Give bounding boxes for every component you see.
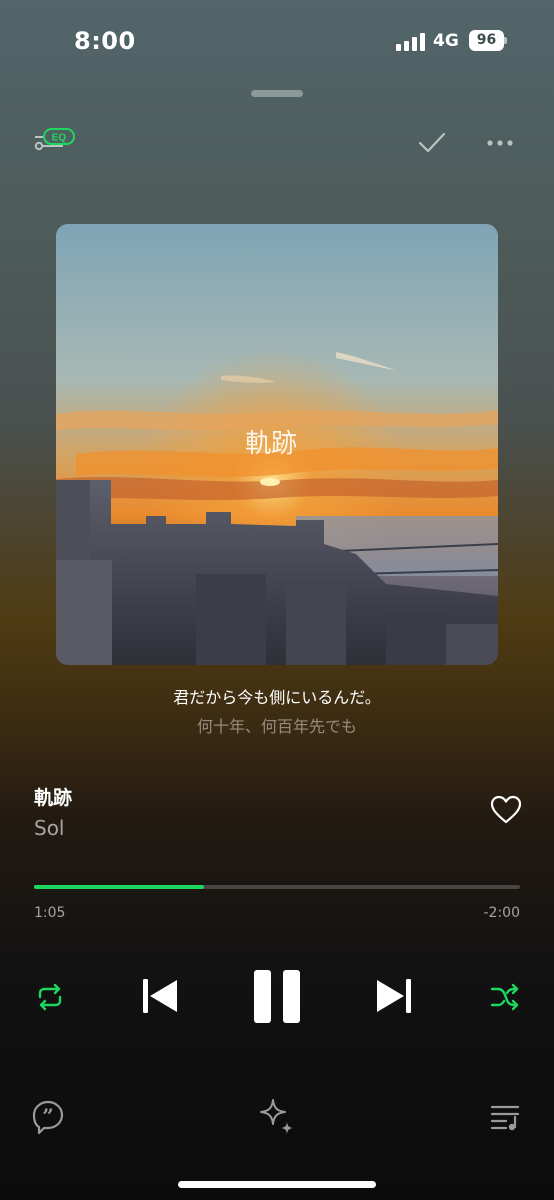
signal-icon [396,33,426,51]
status-bar: 8:00 4G 96 [0,0,554,84]
shuffle-button[interactable] [490,983,520,1011]
like-button[interactable] [490,795,522,825]
track-artist[interactable]: Sol [34,816,65,840]
more-options-button[interactable] [486,133,516,153]
eq-icon: EQ [34,128,75,151]
skip-previous-icon [143,979,177,1013]
pause-icon [254,970,300,1023]
lyric-current[interactable]: 君だから今も側にいるんだ。 [0,684,554,708]
home-indicator[interactable] [178,1181,376,1188]
shuffle-icon [490,983,519,1011]
more-icon [487,140,513,146]
progress-fill [34,885,205,889]
svg-text:”: ” [42,1104,54,1128]
previous-button[interactable] [141,977,179,1015]
network-label: 4G [433,31,459,51]
album-art: 軌跡 [56,224,498,665]
repeat-button[interactable] [35,983,65,1011]
sheet-grabber[interactable] [251,90,303,97]
lyrics-quote-icon: ” [32,1100,64,1135]
pause-button[interactable] [252,969,302,1024]
eq-label: EQ [52,133,67,144]
track-title[interactable]: 軌跡 [34,783,72,810]
repeat-icon [38,983,62,1011]
skip-next-icon [377,979,411,1013]
battery-icon: 96 [469,30,507,51]
lyrics-button[interactable]: ” [31,1100,65,1135]
eq-button[interactable]: EQ [33,126,77,156]
next-button[interactable] [375,977,413,1015]
queue-icon [490,1105,520,1131]
status-time: 8:00 [74,27,136,55]
album-art-title: 軌跡 [245,429,297,459]
progress-bar[interactable] [34,885,520,889]
remaining-time: -2:00 [483,905,521,921]
elapsed-time: 1:05 [34,905,66,921]
ai-sparkle-button[interactable] [259,1098,295,1134]
sparkle-icon [260,1099,293,1134]
check-icon [418,132,446,153]
battery-level: 96 [469,30,504,51]
queue-button[interactable] [490,1103,522,1131]
lyric-next[interactable]: 何十年、何百年先でも [0,713,554,737]
check-button[interactable] [417,130,447,156]
heart-icon [490,795,522,824]
